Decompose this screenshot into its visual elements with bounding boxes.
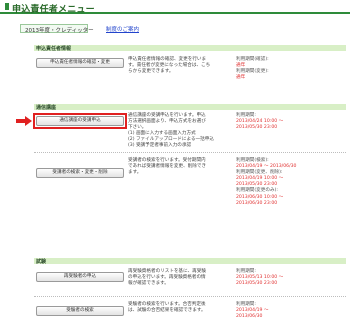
examinee-search-period: 利用期間: 2013/04/19 ～ 2013/06/30	[236, 302, 326, 320]
period-value: 通年	[236, 75, 246, 81]
manager-info-description: 申込責任者情報の確認、変更を行いま す。責任者が変更になった場合は、こち らから…	[128, 57, 214, 75]
course-apply-period: 利用期間: 2013/04/24 10:00 ～ 2013/05/30 23:0…	[236, 113, 326, 131]
desc-line: は、試験の合否結果を確認できます。	[128, 308, 206, 314]
section-title-course: 通信講座	[36, 105, 57, 111]
page-title: 申込責任者メニュー	[12, 5, 95, 15]
reexam-apply-period: 利用期間: 2013/05/13 10:00 ～ 2013/05/30 23:0…	[236, 269, 326, 287]
learner-search-period: 利用期間(検索): 2013/04/19 ～ 2013/06/30 利用期間(変…	[236, 158, 326, 207]
section-bar-exam	[34, 258, 346, 264]
period-value: 2013/06/30	[236, 314, 263, 320]
period-value: 2013/05/30 23:00	[236, 281, 278, 287]
examinee-search-button[interactable]: 受験者の検索	[36, 306, 124, 316]
section-title-exam: 試験	[36, 259, 47, 265]
reexam-apply-description: 再受験資格者のリストを基に、再受験 の申込を行います。再受験資格者の情 報が確認…	[128, 269, 214, 287]
year-row: 2013年度・クレディッター 制度のご案内	[20, 24, 340, 34]
examinee-search-description: 受験者の検索を行います。合否判定後 は、試験の合否結果を確認できます。	[128, 302, 214, 314]
pointer-arrow-icon	[16, 116, 32, 126]
manager-info-button[interactable]: 申込責任者情報の確認・変更	[36, 58, 124, 68]
learner-search-description: 受講者の検索を行います。受付期間内 であれば受講者情報を変更、削除でき ます。	[128, 158, 214, 176]
course-apply-description: 通信講座の受講申込を行います。申込 方法選択画面より、申込方式をお選び 下さい。…	[128, 113, 214, 150]
manager-info-period: 利用期間(確認): 通年 利用期間(変更): 通年	[236, 57, 326, 81]
reexam-apply-button[interactable]: 再受験者の申込	[36, 272, 124, 282]
learner-search-button[interactable]: 受講者の検索・変更・削除	[36, 168, 124, 178]
period-value: 2013/06/30 23:00	[236, 200, 278, 206]
section-title-manager: 申込責任者情報	[36, 46, 72, 52]
section-bar-course	[34, 104, 346, 110]
section-bar-manager	[34, 45, 346, 51]
guide-link[interactable]: 制度のご案内	[106, 25, 139, 33]
desc-line: (3) 受講予定者事前入力の承認	[128, 143, 192, 149]
desc-line: ます。	[128, 170, 142, 176]
year-badge: 2013年度・クレディッター	[20, 24, 94, 34]
year-label: 2013年度・クレディッター	[25, 28, 94, 34]
period-value: 2013/05/30 23:00	[236, 125, 278, 131]
desc-line: らから変更できます。	[128, 69, 174, 75]
divider	[34, 296, 346, 297]
divider	[34, 152, 346, 153]
desc-line: 報が確認できます。	[128, 281, 169, 287]
header-marker	[5, 3, 9, 10]
course-apply-button[interactable]: 通信講座の受講申込	[36, 116, 124, 126]
